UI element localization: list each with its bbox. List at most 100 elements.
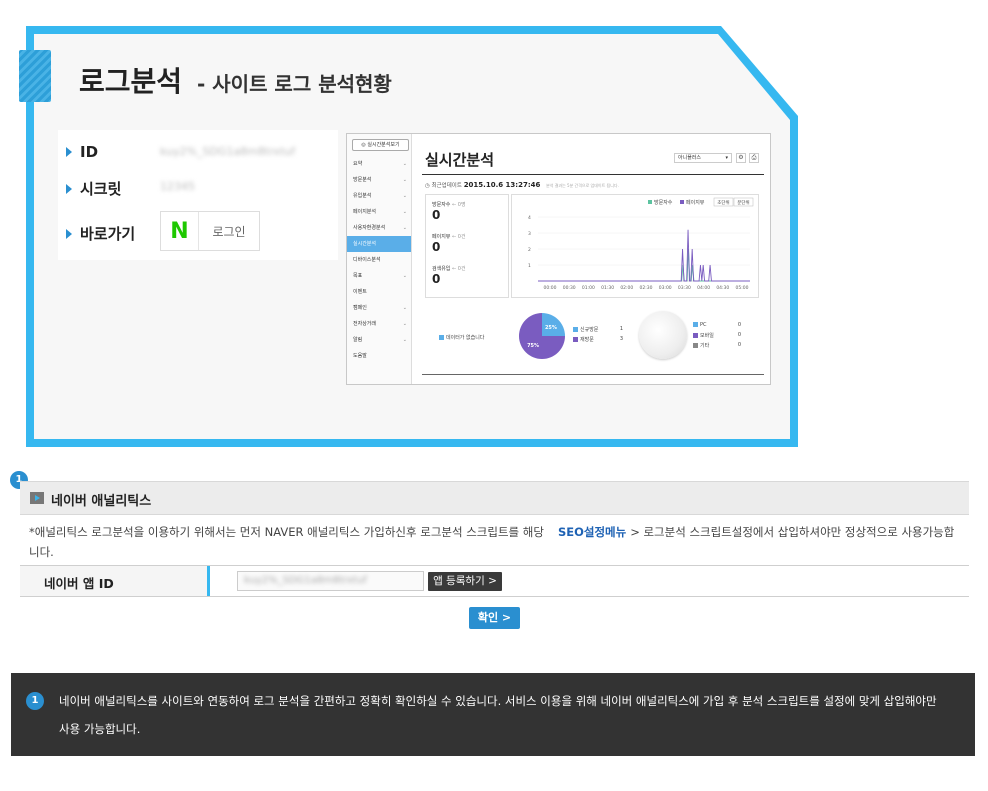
register-app-button[interactable]: 앱 등록하기 > xyxy=(428,572,502,591)
chevron-down-icon: ⌄ xyxy=(402,305,407,311)
dashboard-menu-label: 알림 xyxy=(353,337,363,343)
y-tick-label: 1 xyxy=(528,263,531,269)
page-title: 로그분석 xyxy=(79,65,183,98)
pie-slice-label: 25% xyxy=(545,325,557,331)
dashboard-menu-label: 방문분석 xyxy=(353,177,372,183)
stat-label: 방문자수 ← 0명 xyxy=(432,202,466,208)
chevron-down-icon: ⌄ xyxy=(402,193,407,199)
title-tab-decoration xyxy=(19,50,51,102)
x-tick-label: 02:30 xyxy=(640,285,653,291)
series-line xyxy=(538,229,750,282)
stat-label: 페이지뷰 ← 0건 xyxy=(432,234,466,240)
dashboard-menu-item[interactable]: 방문분석 ⌄ xyxy=(347,172,411,188)
stat-value: 0 xyxy=(432,208,441,222)
naver-login-button[interactable]: N 로그인 xyxy=(160,211,260,251)
x-tick-label: 03:30 xyxy=(678,285,691,291)
chevron-down-icon: ⌄ xyxy=(402,161,407,167)
chart-legend-label: 페이지뷰 xyxy=(686,199,705,206)
chevron-down-icon: ⌄ xyxy=(402,321,407,327)
dashboard-menu-item[interactable]: 디바이스분석 xyxy=(347,252,411,268)
y-tick-label: 3 xyxy=(528,231,531,237)
stat-value: 0 xyxy=(432,240,441,254)
dashboard-menu-item[interactable]: 유입분석 ⌄ xyxy=(347,188,411,204)
legend-item: 모바일 0 xyxy=(693,332,741,342)
stat-item: 방문자수 ← 0명 0 xyxy=(432,201,466,222)
x-tick-label: 02:00 xyxy=(620,285,633,291)
app-id-label-cell: 네이버 앱 ID xyxy=(20,566,210,596)
dashboard-menu-item[interactable]: 실시간분석 xyxy=(347,236,411,252)
legend-item: 신규방문 1 xyxy=(573,326,623,336)
bullet-arrow-icon xyxy=(66,228,72,239)
dashboard-menu-item[interactable]: 도움말 xyxy=(347,348,411,364)
chevron-down-icon: ⌄ xyxy=(402,177,407,183)
dashboard-menu-label: 사용자환경분석 xyxy=(353,225,386,231)
chevron-down-icon: ⌄ xyxy=(402,273,407,279)
dashboard-menu-label: 디바이스분석 xyxy=(353,257,381,263)
analytics-dashboard-preview: ◎ 실시간분석보기 요약 ⌄ 방문분석 ⌄ 유입분석 ⌄ 페이지분석 ⌄ 사용자환경분석 ⌄ 실시간… xyxy=(346,133,771,385)
dashboard-menu: 요약 ⌄ 방문분석 ⌄ 유입분석 ⌄ 페이지분석 ⌄ 사용자환경분석 ⌄ 실시간분석디바이스분석목표… xyxy=(347,156,411,364)
dashboard-menu-item[interactable]: 알림 ⌄ xyxy=(347,332,411,348)
secret-value: 12345 xyxy=(160,180,195,193)
x-tick-label: 05:00 xyxy=(736,285,749,291)
chart-legend-swatch xyxy=(648,200,652,204)
info-icon xyxy=(439,335,444,340)
device-pie-chart xyxy=(639,311,687,359)
stat-label: 검색유입 ← 0건 xyxy=(432,266,466,272)
legend-item: 기타 0 xyxy=(693,342,741,352)
dashboard-menu-item[interactable]: 전자상거래 ⌄ xyxy=(347,316,411,332)
chart-legend-label: 방문자수 xyxy=(654,199,673,206)
dashboard-menu-item[interactable]: 이벤트 xyxy=(347,284,411,300)
legend-item: PC 0 xyxy=(693,322,741,332)
app-id-label: 네이버 앱 ID xyxy=(44,576,114,591)
section-title: 네이버 애널리틱스 xyxy=(51,494,152,509)
realtime-chart-box: 방문자수 페이지뷰 초단위 분단위 4 3 2 1 00:00 00:30 01:00 01:30 02… xyxy=(511,194,759,298)
device-legend: PC 0 모바일 0 기타 0 xyxy=(693,322,741,352)
note-step-badge: 1 xyxy=(26,692,44,710)
view-toggle-label: 분단위 xyxy=(737,199,749,206)
site-select[interactable]: 아니플러스 ▾ xyxy=(674,153,732,163)
chevron-down-icon: ⌄ xyxy=(402,225,407,231)
id-value: kuy2%_SDG1a8m8trxtuf xyxy=(160,145,296,158)
x-tick-label: 04:30 xyxy=(716,285,729,291)
bullet-arrow-icon xyxy=(66,147,72,157)
dashboard-menu-item[interactable]: 캠페인 ⌄ xyxy=(347,300,411,316)
stat-item: 페이지뷰 ← 0건 0 xyxy=(432,233,466,254)
section-header xyxy=(20,481,969,515)
naver-logo-icon: N xyxy=(161,212,199,250)
dashboard-menu-label: 도움말 xyxy=(353,353,367,359)
id-label: ID xyxy=(80,143,99,161)
dashboard-sidebar: ◎ 실시간분석보기 요약 ⌄ 방문분석 ⌄ 유입분석 ⌄ 페이지분석 ⌄ 사용자환경분석 ⌄ 실시간… xyxy=(347,134,412,384)
play-icon xyxy=(30,492,44,504)
settings-gear-icon[interactable]: ⚙ xyxy=(736,153,746,163)
stat-value: 0 xyxy=(432,272,441,286)
seo-settings-link[interactable]: SEO설정메뉴 xyxy=(558,525,626,539)
realtime-line-chart: 방문자수 페이지뷰 초단위 분단위 4 3 2 1 00:00 00:30 01:00 01:30 02… xyxy=(528,197,754,291)
secret-label: 시크릿 xyxy=(80,180,122,198)
dashboard-menu-label: 유입분석 xyxy=(353,193,372,199)
dashboard-menu-label: 실시간분석 xyxy=(353,241,377,247)
dashboard-menu-item[interactable]: 사용자환경분석 ⌄ xyxy=(347,220,411,236)
dashboard-menu-item[interactable]: 요약 ⌄ xyxy=(347,156,411,172)
confirm-button[interactable]: 확인 > xyxy=(469,607,520,629)
chevron-down-icon: ▾ xyxy=(725,155,728,161)
app-id-input[interactable]: kuy2%_SDG1a8m8trxtuf xyxy=(237,571,424,591)
naver-login-label: 로그인 xyxy=(212,224,246,239)
dashboard-menu-item[interactable]: 페이지분석 ⌄ xyxy=(347,204,411,220)
section-description: *애널리틱스 로그분석을 이용하기 위해서는 먼저 NAVER 애널리틱스 가입… xyxy=(29,525,955,559)
dashboard-title: 실시간분석 xyxy=(425,151,495,169)
page-subtitle: - 사이트 로그 분석현황 xyxy=(197,72,392,96)
realtime-view-button[interactable]: ◎ 실시간분석보기 xyxy=(352,139,409,151)
update-info: ◷ 최근업데이트 2015.10.6 13:27:46 분석 결과는 5분 간격… xyxy=(425,181,619,189)
print-icon[interactable]: ⎙ xyxy=(749,153,759,163)
id-row: ID xyxy=(66,143,98,161)
x-tick-label: 01:30 xyxy=(601,285,614,291)
stats-box: 방문자수 ← 0명 0 페이지뷰 ← 0건 0 검색유입 ← 0건 0 xyxy=(425,194,509,298)
x-tick-label: 01:00 xyxy=(582,285,595,291)
shortcut-row: 바로가기 xyxy=(66,223,135,244)
x-tick-label: 03:00 xyxy=(659,285,672,291)
dashboard-menu-item[interactable]: 목표 ⌄ xyxy=(347,268,411,284)
dashboard-menu-label: 목표 xyxy=(353,273,363,279)
dashboard-menu-label: 전자상거래 xyxy=(353,321,377,327)
pie-slice-label: 75% xyxy=(527,343,539,349)
no-data-notice: 데이터가 없습니다 xyxy=(439,334,484,341)
